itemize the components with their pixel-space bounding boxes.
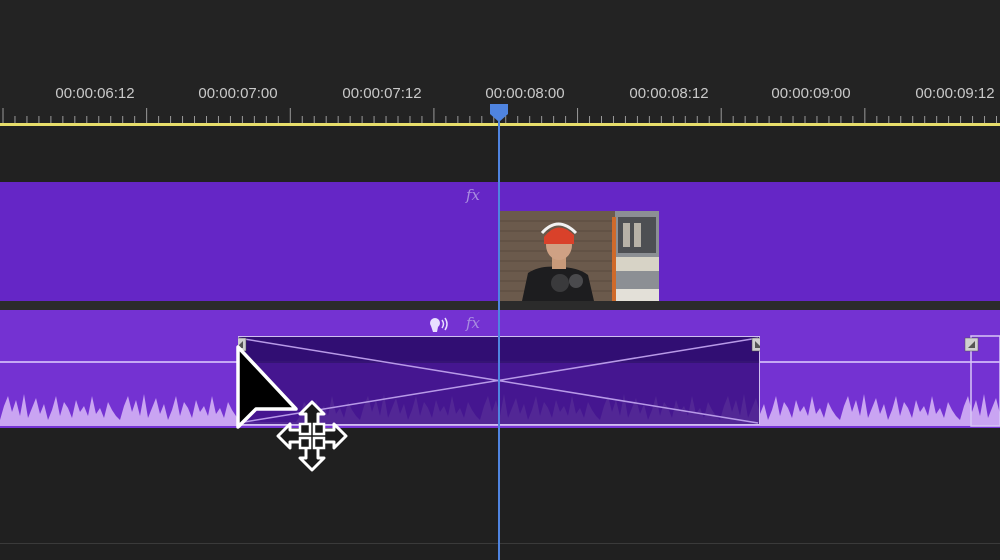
clip-thumbnail <box>500 211 659 301</box>
move-icon <box>276 400 348 472</box>
track-separator <box>0 301 1000 310</box>
timecode-label: 00:00:07:00 <box>198 85 278 102</box>
timecode-label: 00:00:08:12 <box>629 85 709 102</box>
track-divider <box>0 543 1000 544</box>
timecode-label: 00:00:09:12 <box>915 85 995 102</box>
timecode-label: 00:00:07:12 <box>342 85 422 102</box>
empty-track-a2[interactable] <box>0 428 1000 560</box>
timecode-label: 00:00:09:00 <box>771 85 851 102</box>
fx-icon: fx <box>466 186 481 204</box>
playhead-icon[interactable] <box>490 104 508 124</box>
empty-track-v2[interactable] <box>0 130 1000 182</box>
playhead-line[interactable] <box>498 112 500 560</box>
timecode-label: 00:00:06:12 <box>55 85 135 102</box>
keyframe-icon[interactable] <box>751 337 760 352</box>
timecode-label: 00:00:08:00 <box>485 85 565 102</box>
